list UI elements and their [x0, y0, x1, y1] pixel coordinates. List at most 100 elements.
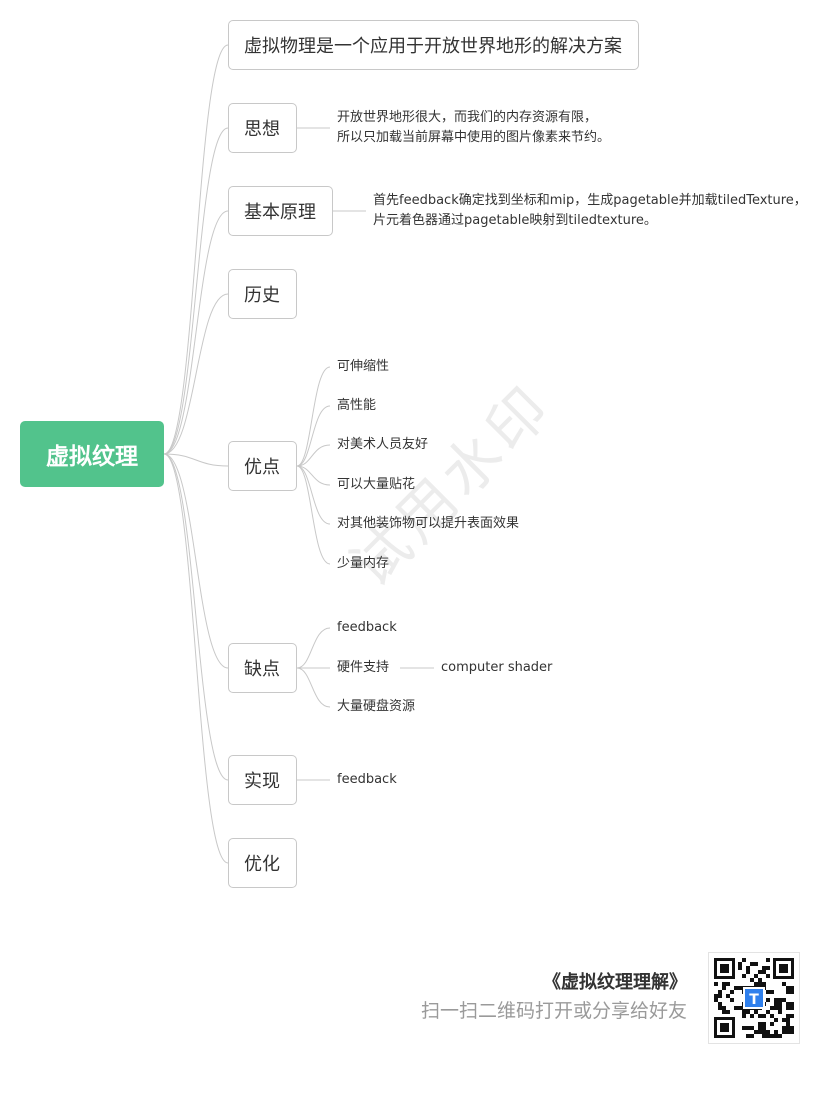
qr-module — [758, 1014, 762, 1018]
qr-module — [778, 1006, 782, 1010]
qr-module — [746, 970, 750, 974]
qr-module — [766, 974, 770, 978]
note-principle[interactable]: 首先feedback确定找到坐标和mip，生成pagetable并加载tiled… — [373, 191, 807, 231]
qr-module — [758, 970, 762, 974]
qr-module — [786, 1006, 790, 1010]
qr-module — [722, 982, 726, 986]
qr-module — [758, 978, 762, 982]
qr-module — [726, 982, 730, 986]
qr-module — [790, 990, 794, 994]
leaf-cons-1[interactable]: feedback — [337, 618, 397, 638]
qr-module — [778, 1034, 782, 1038]
qr-module — [790, 1026, 794, 1030]
qr-module — [786, 1002, 790, 1006]
leaf-implementation-1[interactable]: feedback — [337, 770, 397, 790]
leaf-pros-3[interactable]: 对美术人员友好 — [337, 435, 428, 455]
qr-module — [758, 1026, 762, 1030]
qr-module — [750, 962, 754, 966]
qr-module — [762, 1022, 766, 1026]
qr-module — [770, 990, 774, 994]
qr-finder-core — [720, 964, 729, 973]
leaf-connector — [296, 405, 331, 467]
qr-module — [722, 1010, 726, 1014]
branch-principle[interactable]: 基本原理 — [228, 186, 333, 236]
qr-module — [770, 1006, 774, 1010]
branch-connector — [163, 453, 229, 864]
qr-module — [754, 982, 758, 986]
qr-module — [778, 1002, 782, 1006]
leaf-pros-4[interactable]: 可以大量贴花 — [337, 475, 415, 495]
leaf-cons-2[interactable]: 硬件支持 — [337, 658, 389, 678]
note-line: 首先feedback确定找到坐标和mip，生成pagetable并加载tiled… — [373, 193, 807, 208]
qr-module — [750, 1034, 754, 1038]
qr-module — [754, 962, 758, 966]
footer-subtitle: 扫一扫二维码打开或分享给好友 — [420, 1000, 687, 1022]
qr-module — [786, 1026, 790, 1030]
qr-module — [770, 1034, 774, 1038]
qr-module — [750, 1014, 754, 1018]
branch-implementation[interactable]: 实现 — [228, 755, 297, 805]
leaf-pros-1[interactable]: 可伸缩性 — [337, 357, 389, 377]
branch-solution[interactable]: 虚拟物理是一个应用于开放世界地形的解决方案 — [228, 20, 639, 70]
footer-title: 《虚拟纹理理解》 — [543, 972, 687, 993]
branch-cons[interactable]: 缺点 — [228, 643, 297, 693]
qr-module — [726, 1010, 730, 1014]
leaf-pros-6[interactable]: 少量内存 — [337, 554, 389, 574]
qr-module — [766, 1010, 770, 1014]
branch-history[interactable]: 历史 — [228, 269, 297, 319]
note-idea[interactable]: 开放世界地形很大，而我们的内存资源有限， 所以只加载当前屏幕中使用的图片像素来节… — [337, 108, 610, 148]
branch-optimization[interactable]: 优化 — [228, 838, 297, 888]
qr-module — [786, 986, 790, 990]
qr-code-graphic: T — [714, 958, 794, 1038]
qr-module — [750, 1026, 754, 1030]
qr-module — [778, 1010, 782, 1014]
qr-module — [782, 1018, 786, 1022]
root-node[interactable]: 虚拟纹理 — [20, 421, 164, 487]
leaf-pros-5[interactable]: 对其他装饰物可以提升表面效果 — [337, 514, 519, 534]
qr-module — [718, 1002, 722, 1006]
qr-finder-core — [779, 964, 788, 973]
qr-module — [774, 1006, 778, 1010]
qr-module — [742, 974, 746, 978]
leaf-connector — [296, 667, 331, 708]
qr-module — [738, 986, 742, 990]
note-line: 开放世界地形很大，而我们的内存资源有限， — [337, 110, 598, 125]
qr-module — [754, 974, 758, 978]
qr-module — [782, 998, 786, 1002]
qr-finder-core — [720, 1023, 729, 1032]
leaf-cons-hardware-detail[interactable]: computer shader — [441, 658, 552, 678]
qr-module — [762, 1026, 766, 1030]
branch-connector — [163, 127, 229, 455]
leaf-pros-2[interactable]: 高性能 — [337, 396, 376, 416]
qr-module — [790, 1002, 794, 1006]
qr-module — [766, 1030, 770, 1034]
qr-module — [770, 1022, 774, 1026]
branch-pros[interactable]: 优点 — [228, 441, 297, 491]
qr-module — [766, 990, 770, 994]
branch-idea[interactable]: 思想 — [228, 103, 297, 153]
qr-module — [714, 982, 718, 986]
mind-map: 试用水印 虚拟纹理 虚拟物理是一个应用于开放世界地形的解决方案 思想 基本原理 … — [0, 0, 837, 1108]
qr-module — [726, 994, 730, 998]
qr-module — [734, 986, 738, 990]
qr-module — [774, 1002, 778, 1006]
qr-module — [770, 1014, 774, 1018]
qr-module — [778, 998, 782, 1002]
qr-module — [738, 1006, 742, 1010]
qr-module — [714, 994, 718, 998]
qr-module — [746, 1034, 750, 1038]
qr-badge-glyph: T — [749, 992, 759, 1008]
qr-module — [766, 966, 770, 970]
leaf-connector — [296, 366, 331, 467]
qr-module — [718, 1006, 722, 1010]
qr-module — [746, 1010, 750, 1014]
leaf-cons-3[interactable]: 大量硬盘资源 — [337, 697, 415, 717]
qr-module — [774, 1034, 778, 1038]
qr-module — [750, 978, 754, 982]
qr-module — [790, 1030, 794, 1034]
qr-module — [754, 1010, 758, 1014]
qr-module — [786, 1022, 790, 1026]
qr-module — [730, 998, 734, 1002]
note-line: 所以只加载当前屏幕中使用的图片像素来节约。 — [337, 130, 611, 145]
qr-module — [790, 986, 794, 990]
